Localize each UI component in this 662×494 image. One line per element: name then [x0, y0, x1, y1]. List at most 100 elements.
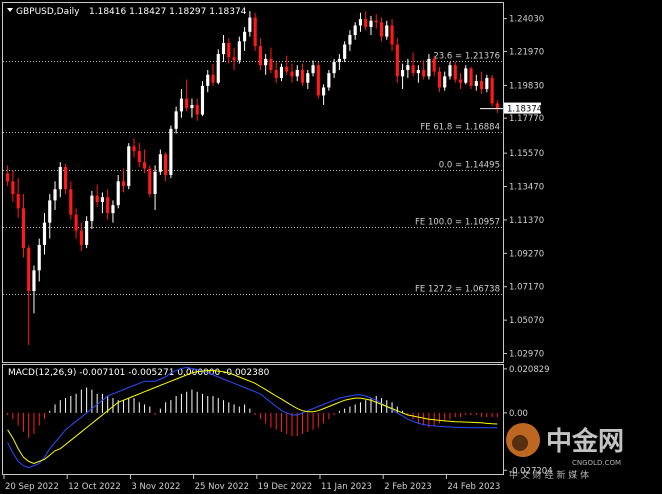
candle-body	[390, 25, 394, 45]
candle-body	[343, 44, 347, 59]
candle-body	[464, 68, 468, 83]
candle-body	[437, 71, 442, 88]
level-label: 0.0 = 1.14495	[439, 161, 500, 171]
price-tick-label: 1.15570	[509, 149, 544, 159]
candle-body	[158, 154, 162, 172]
macd-tick-label: 0.020829	[509, 365, 550, 375]
candle-body	[248, 17, 252, 32]
price-tick-label: 1.11370	[509, 216, 544, 226]
candle-body	[206, 74, 210, 86]
candle-body	[95, 195, 99, 202]
level-label: FE 127.2 = 1.06738	[415, 285, 500, 295]
candle-body	[453, 65, 457, 80]
candle-body	[448, 65, 452, 77]
candle-body	[211, 74, 215, 83]
candle-body	[164, 154, 168, 175]
candle-body	[37, 244, 41, 271]
level-label: FE 100.0 = 1.10957	[415, 218, 500, 228]
time-tick-label: 19 Dec 2022	[258, 482, 312, 492]
candle-body	[327, 73, 331, 88]
candle-body	[121, 181, 126, 187]
time-tick-label: 2 Feb 2023	[384, 482, 432, 492]
candle-body	[232, 57, 236, 61]
candle-body	[469, 68, 473, 86]
candle-body	[179, 98, 183, 112]
candle-body	[79, 230, 83, 245]
candle-body	[479, 81, 484, 90]
candle-body	[227, 42, 231, 58]
candle-body	[385, 25, 389, 37]
candle-body	[6, 173, 10, 182]
candle-body	[443, 76, 447, 88]
candle-body	[474, 81, 478, 86]
candle-body	[90, 195, 94, 222]
candle-body	[358, 19, 363, 26]
candle-body	[111, 205, 115, 214]
candle-body	[106, 197, 110, 214]
candle-body	[153, 171, 157, 195]
candle-body	[85, 221, 89, 245]
price-tick-label: 1.17770	[509, 114, 544, 124]
chart-background	[0, 0, 662, 494]
candle-body	[422, 69, 426, 77]
watermark-url: CNGOLD.COM	[572, 459, 621, 467]
candle-body	[348, 35, 352, 45]
candle-body	[379, 22, 384, 37]
candle-body	[353, 25, 357, 36]
candle-body	[200, 85, 205, 115]
candle-body	[332, 62, 336, 74]
candle-body	[274, 69, 278, 78]
watermark-logo-text: 中金网	[546, 426, 624, 457]
current-price-label: 1.18374	[507, 105, 542, 115]
current-price-marker: 1.18374	[504, 102, 542, 115]
candle-body	[243, 31, 247, 42]
candle-body	[416, 69, 420, 74]
price-tick-label: 1.09270	[509, 249, 544, 259]
candle-body	[53, 189, 57, 201]
candle-body	[74, 214, 78, 231]
candle-body	[269, 58, 273, 70]
candle-body	[32, 270, 36, 292]
candle-body	[490, 77, 494, 104]
price-tick-label: 1.02970	[509, 350, 544, 360]
time-tick-label: 11 Jan 2023	[321, 482, 372, 492]
level-label: FE 61.8 = 1.16884	[420, 123, 500, 133]
candle-body	[337, 58, 341, 63]
candle-body	[300, 69, 305, 83]
candle-body	[221, 42, 226, 55]
candle-body	[100, 197, 104, 202]
candle-body	[285, 66, 289, 72]
candle-body	[258, 46, 262, 66]
candle-body	[169, 128, 173, 175]
time-tick-label: 12 Oct 2022	[68, 482, 121, 492]
candle-body	[27, 248, 31, 292]
candle-body	[185, 98, 189, 109]
price-tick-label: 1.19830	[509, 81, 544, 91]
time-tick-label: 20 Sep 2022	[5, 482, 59, 492]
candle-body	[264, 58, 268, 66]
candle-body	[142, 162, 147, 169]
macd-tick-label: 0.00	[509, 409, 528, 419]
price-tick-label: 1.07170	[509, 283, 544, 293]
candle-body	[216, 54, 220, 83]
candle-body	[137, 151, 141, 163]
candle-body	[116, 181, 120, 206]
candle-body	[174, 111, 178, 129]
candle-body	[63, 166, 68, 190]
trading-chart[interactable]: GBPUSD,Daily 1.18416 1.18427 1.18297 1.1…	[0, 0, 662, 494]
candle-body	[48, 200, 52, 223]
candle-body	[306, 73, 310, 83]
candle-body	[411, 65, 415, 74]
watermark-subtitle: 中 文 财 经 新 媒 体	[509, 469, 589, 481]
price-tick-label: 1.21970	[509, 47, 544, 57]
candle-body	[237, 41, 241, 61]
symbol-title: GBPUSD,Daily	[16, 7, 80, 17]
candle-body	[458, 79, 463, 83]
level-label: 23.6 = 1.21376	[433, 52, 500, 62]
candle-body	[190, 104, 194, 109]
candle-body	[316, 65, 320, 96]
candle-body	[253, 17, 257, 47]
time-tick-label: 3 Nov 2022	[131, 482, 180, 492]
candle-body	[16, 194, 20, 209]
time-tick-label: 25 Nov 2022	[195, 482, 249, 492]
